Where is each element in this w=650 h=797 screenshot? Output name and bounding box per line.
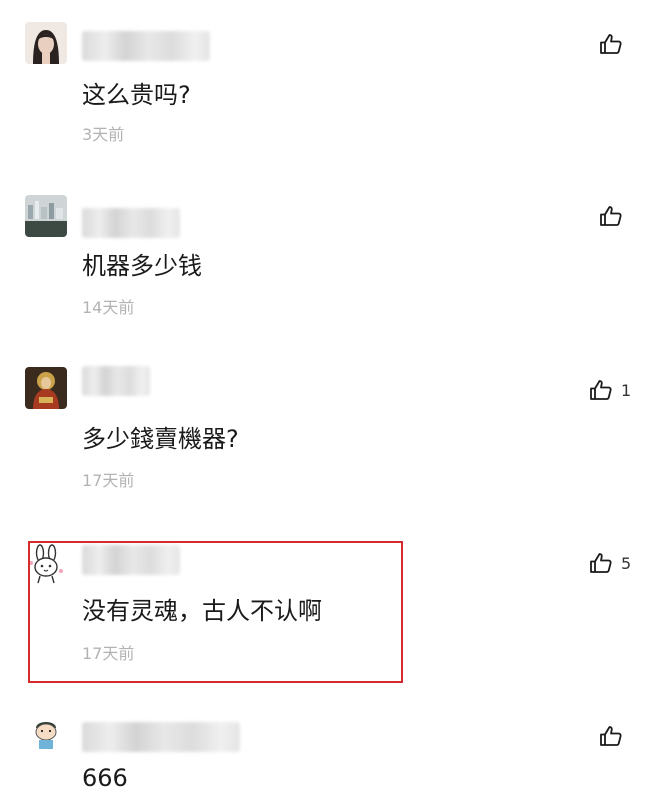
user-avatar[interactable] [25, 543, 67, 585]
like-count: 5 [621, 553, 632, 573]
comment-text: 机器多少钱 [82, 252, 202, 280]
comment-text: 没有灵魂，古人不认啊 [82, 597, 322, 625]
username-blurred [82, 208, 180, 238]
like-button[interactable] [599, 721, 631, 751]
username-blurred [82, 545, 180, 575]
user-avatar[interactable] [25, 195, 67, 237]
woman-portrait-avatar-icon [25, 22, 67, 64]
like-count: 1 [621, 380, 632, 400]
comment-time: 17天前 [82, 644, 135, 663]
like-button[interactable] [599, 201, 631, 231]
thumbs-up-icon [600, 34, 622, 54]
user-avatar[interactable] [25, 367, 67, 409]
comment-time: 14天前 [82, 298, 135, 317]
user-avatar[interactable] [29, 715, 63, 749]
deity-statue-avatar-icon [25, 367, 67, 409]
bunny-cartoon-avatar-icon [25, 543, 67, 585]
comment-time: 17天前 [82, 471, 135, 490]
username-blurred [82, 366, 150, 396]
like-button[interactable]: 5 [589, 548, 631, 578]
username-blurred [82, 31, 210, 61]
shelf-photo-avatar-icon [25, 195, 67, 237]
like-button[interactable] [599, 29, 631, 59]
thumbs-up-icon [590, 380, 612, 400]
thumbs-up-icon [590, 553, 612, 573]
thumbs-up-icon [600, 206, 622, 226]
comment-text: 多少錢賣機器? [82, 425, 239, 453]
username-blurred [82, 722, 240, 752]
comment-text: 这么贵吗? [82, 81, 191, 109]
cartoon-kid-avatar-icon [29, 715, 63, 749]
thumbs-up-icon [600, 726, 622, 746]
comment-time: 3天前 [82, 125, 125, 144]
user-avatar[interactable] [25, 22, 67, 64]
like-button[interactable]: 1 [589, 375, 631, 405]
comment-text: 666 [82, 764, 128, 792]
